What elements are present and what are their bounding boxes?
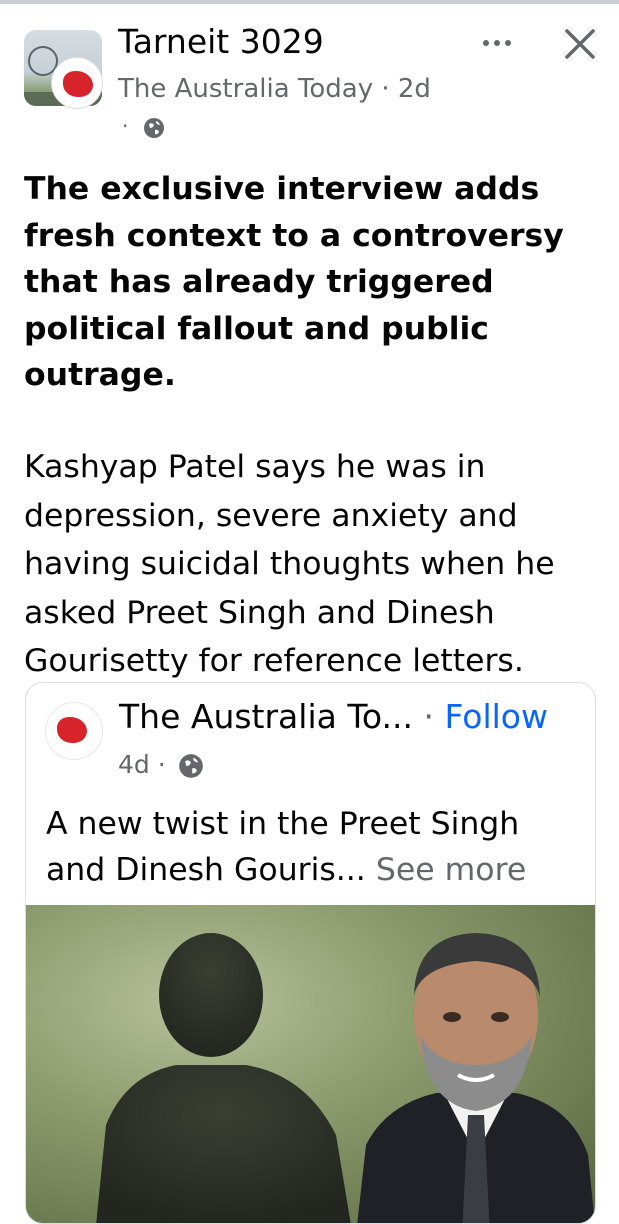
australia-map-logo [63,71,93,97]
close-icon[interactable] [560,24,600,64]
top-divider [0,0,619,4]
globe-icon [178,754,203,778]
post-byline[interactable]: The Australia Today · 2d [118,72,431,106]
post-headline: The exclusive interview adds fresh conte… [24,171,564,393]
shared-page-avatar[interactable] [46,703,102,759]
separator-dot: · [122,114,129,138]
australia-map-logo [57,717,87,743]
post-visibility: · [122,114,165,144]
shared-post-meta: 4d · [118,747,204,783]
more-options-button[interactable] [474,28,520,58]
shared-page-name[interactable]: The Australia To... [119,697,413,736]
shared-post-text: A new twist in the Preet Singh and Dines… [46,801,586,893]
globe-icon [143,117,164,138]
shared-post-card[interactable]: The Australia To... · Follow 4d · A new … [25,682,596,1224]
shared-page-header: The Australia To... · Follow [119,695,548,739]
group-name[interactable]: Tarneit 3029 [118,22,324,62]
separator-dot: · [412,697,445,736]
see-more-link[interactable]: See more [376,852,526,888]
page-avatar[interactable] [52,58,102,108]
post-body-text: Kashyap Patel says he was in depression,… [24,449,555,679]
shared-post-image[interactable] [26,905,595,1223]
more-horizontal-icon [483,40,489,46]
shared-post-time[interactable]: 4d · [118,750,166,779]
portrait-man [357,933,595,1223]
silhouette-figure [96,933,351,1223]
follow-button[interactable]: Follow [444,697,548,736]
